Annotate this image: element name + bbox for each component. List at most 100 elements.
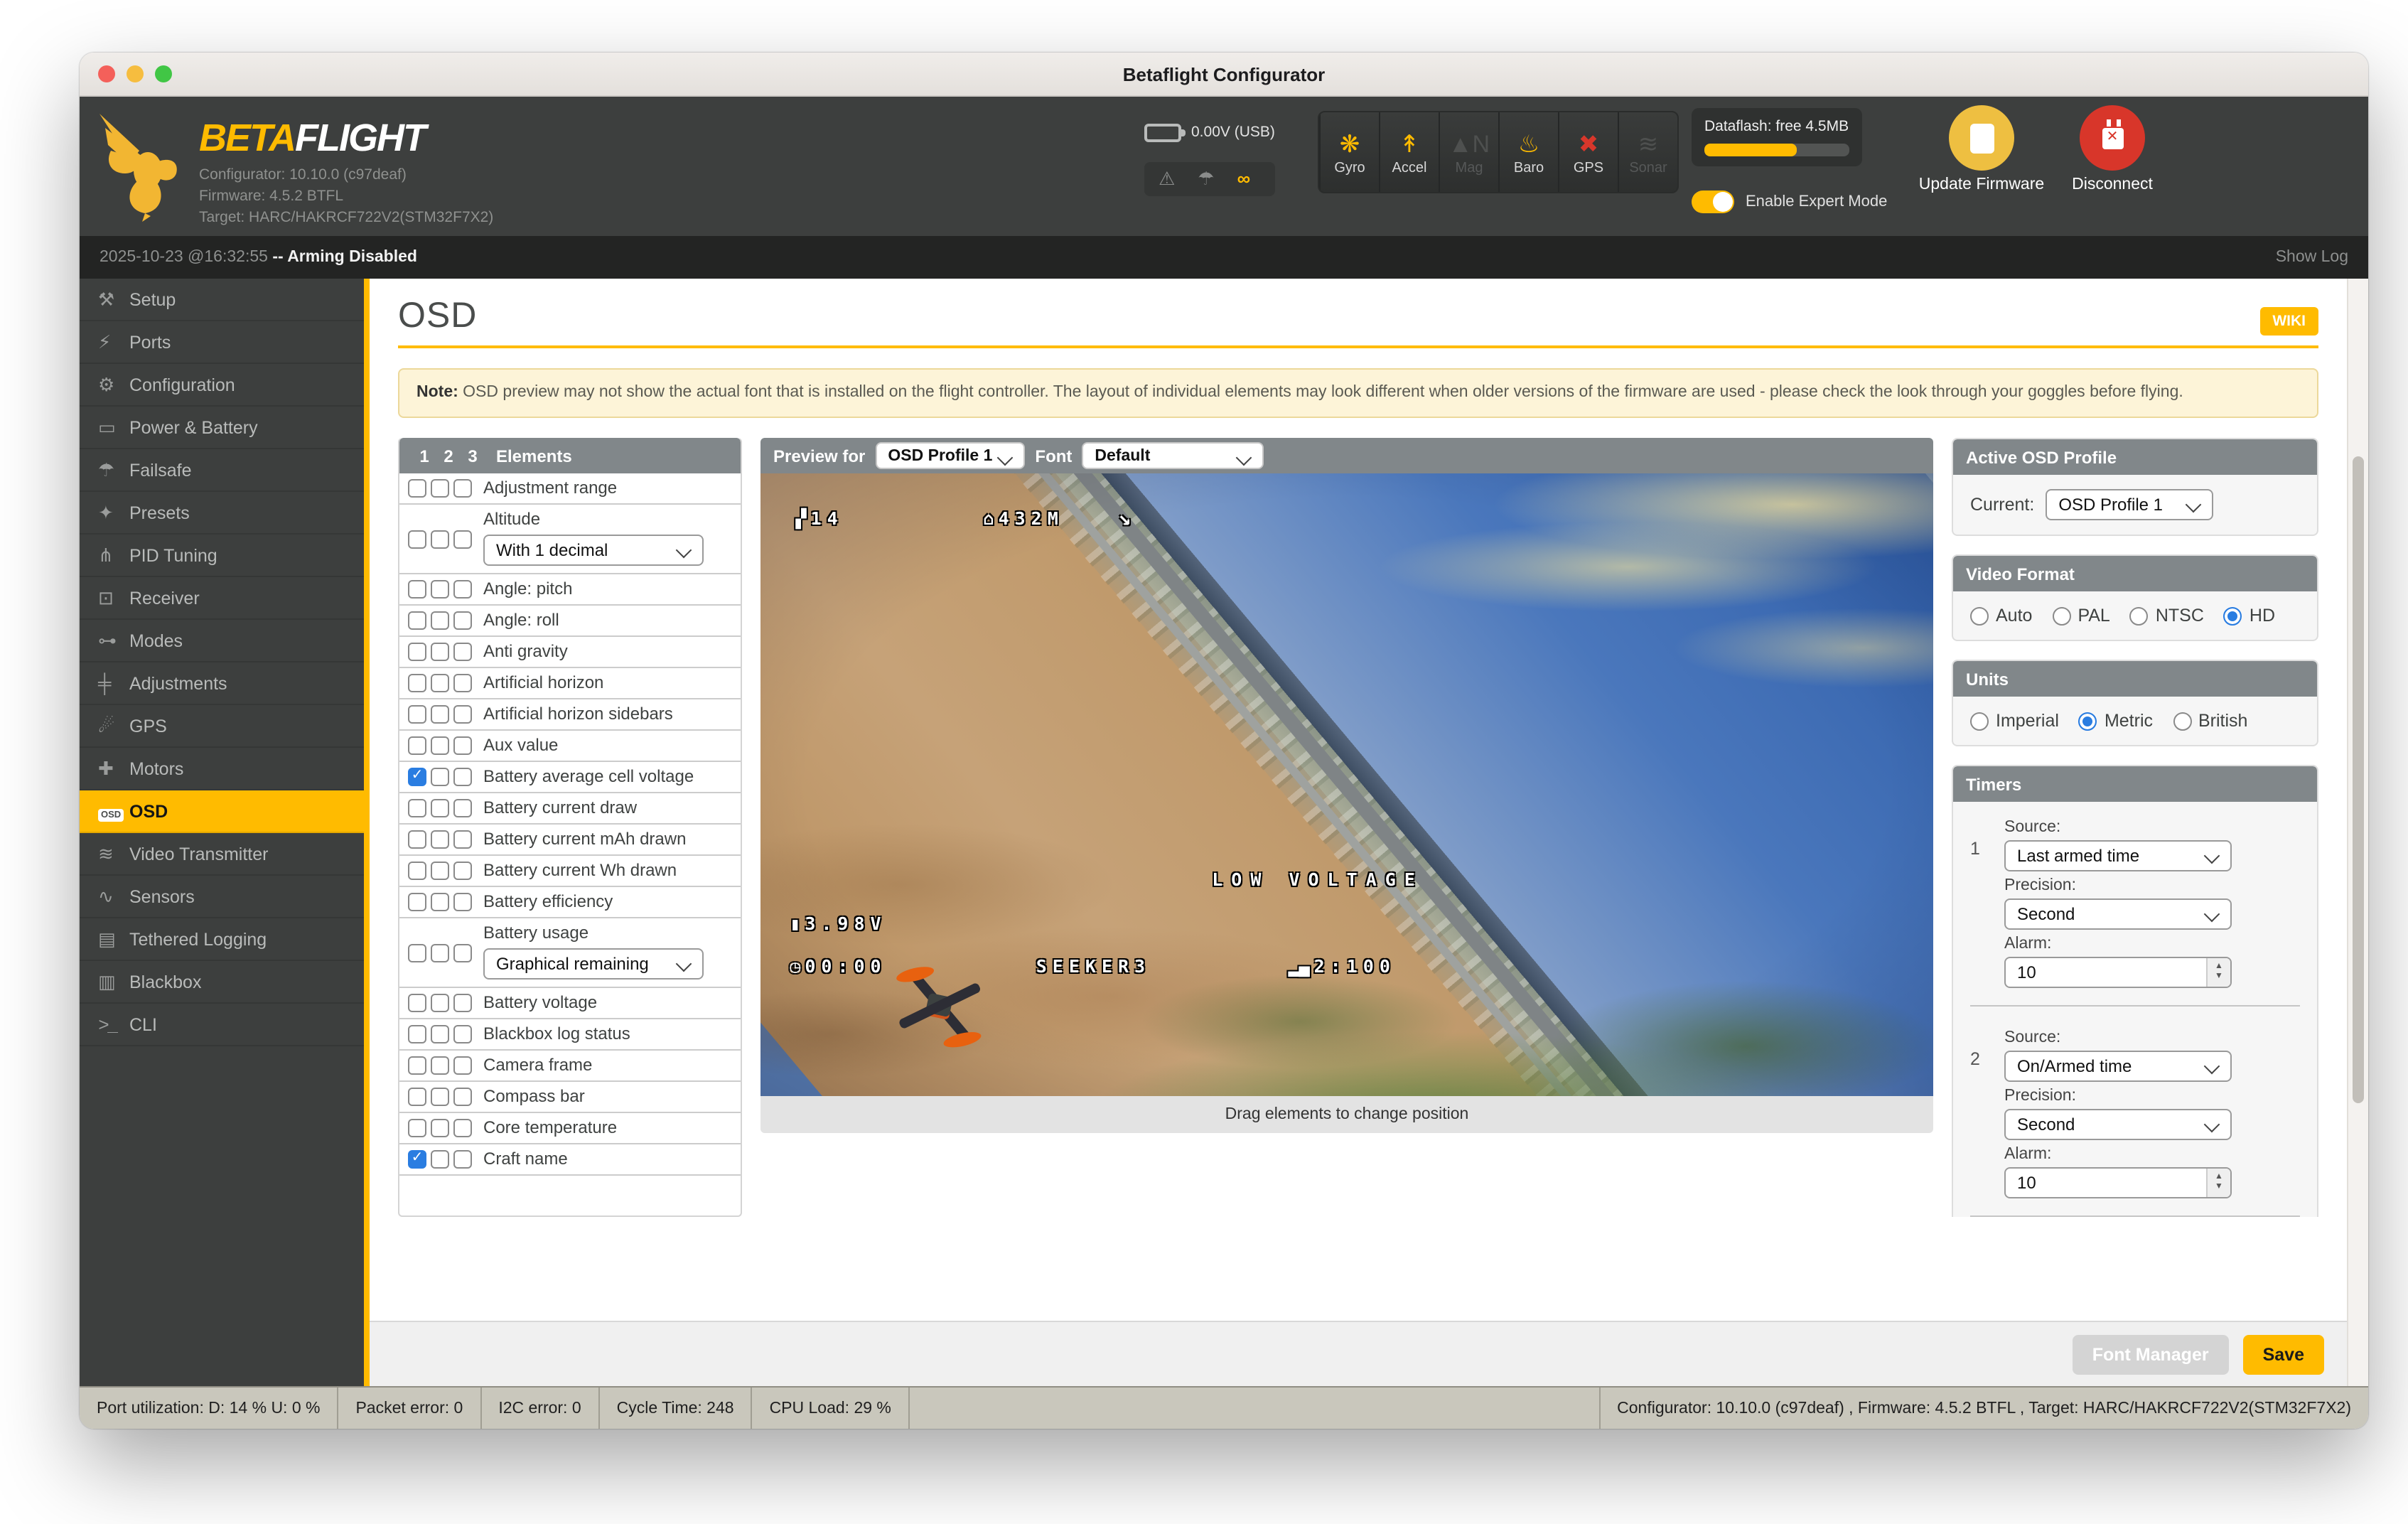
preview-profile-select[interactable]: OSD Profile 1: [875, 442, 1025, 469]
element-profile3-checkbox[interactable]: [453, 479, 472, 498]
element-profile2-checkbox[interactable]: [431, 1150, 449, 1169]
element-profile3-checkbox[interactable]: [453, 1025, 472, 1043]
units-radio[interactable]: Imperial: [1970, 711, 2059, 731]
sidebar-item[interactable]: ✦ Presets: [80, 492, 364, 535]
element-profile1-checkbox[interactable]: [408, 479, 426, 498]
element-profile1-checkbox[interactable]: [408, 1088, 426, 1106]
sidebar-item[interactable]: ▥ Blackbox: [80, 961, 364, 1004]
element-profile1-checkbox[interactable]: [408, 799, 426, 817]
element-profile3-checkbox[interactable]: [453, 580, 472, 599]
timer-precision-select[interactable]: Second: [2004, 898, 2232, 930]
element-variant-select[interactable]: Graphical remaining: [483, 948, 704, 980]
element-profile3-checkbox[interactable]: [453, 862, 472, 880]
element-profile1-checkbox[interactable]: [408, 862, 426, 880]
osd-fly-timer[interactable]: ◷00:00: [790, 956, 886, 977]
element-profile3-checkbox[interactable]: [453, 1088, 472, 1106]
sidebar-item[interactable]: ≋ Video Transmitter: [80, 833, 364, 876]
video-format-radio[interactable]: NTSC: [2130, 606, 2204, 626]
current-profile-select[interactable]: OSD Profile 1: [2046, 489, 2213, 520]
element-profile3-checkbox[interactable]: [453, 994, 472, 1012]
element-profile2-checkbox[interactable]: [431, 830, 449, 849]
element-profile1-checkbox[interactable]: [408, 530, 426, 548]
osd-warning-text[interactable]: LOW VOLTAGE: [1212, 869, 1424, 890]
units-radio[interactable]: British: [2173, 711, 2247, 731]
radio-icon[interactable]: [2173, 712, 2191, 730]
element-profile1-checkbox[interactable]: [408, 674, 426, 692]
element-profile2-checkbox[interactable]: [431, 479, 449, 498]
element-profile3-checkbox[interactable]: [453, 705, 472, 724]
osd-home-distance[interactable]: ⌂432M: [984, 508, 1064, 529]
sidebar-item[interactable]: ☄ GPS: [80, 705, 364, 748]
element-profile2-checkbox[interactable]: [431, 611, 449, 630]
element-profile2-checkbox[interactable]: [431, 1025, 449, 1043]
element-profile1-checkbox[interactable]: [408, 943, 426, 962]
element-profile1-checkbox[interactable]: [408, 768, 426, 786]
element-profile1-checkbox[interactable]: [408, 580, 426, 599]
timer-precision-select[interactable]: Second: [2004, 1109, 2232, 1140]
radio-icon[interactable]: [2079, 712, 2097, 730]
sidebar-item[interactable]: ⋔ PID Tuning: [80, 535, 364, 577]
element-profile1-checkbox[interactable]: [408, 736, 426, 755]
stepper-icons[interactable]: ▲▼: [2206, 958, 2230, 987]
sidebar-item[interactable]: ⊡ Receiver: [80, 577, 364, 620]
preview-font-select[interactable]: Default: [1082, 442, 1264, 469]
element-profile3-checkbox[interactable]: [453, 893, 472, 911]
sidebar-item[interactable]: ⚡ Ports: [80, 321, 364, 364]
element-profile3-checkbox[interactable]: [453, 1119, 472, 1137]
radio-icon[interactable]: [1970, 606, 1989, 625]
element-profile3-checkbox[interactable]: [453, 611, 472, 630]
element-profile3-checkbox[interactable]: [453, 768, 472, 786]
element-profile3-checkbox[interactable]: [453, 1150, 472, 1169]
window-scrollbar[interactable]: [2347, 279, 2368, 1386]
font-manager-button[interactable]: Font Manager: [2073, 1334, 2229, 1374]
osd-sat-count[interactable]: ▞14: [796, 508, 844, 529]
disconnect-button[interactable]: Disconnect: [2047, 105, 2178, 195]
element-profile2-checkbox[interactable]: [431, 943, 449, 962]
element-profile2-checkbox[interactable]: [431, 1088, 449, 1106]
element-profile1-checkbox[interactable]: [408, 994, 426, 1012]
timer-alarm-input[interactable]: 10▲▼: [2004, 1167, 2232, 1198]
element-profile2-checkbox[interactable]: [431, 705, 449, 724]
radio-icon[interactable]: [2224, 606, 2242, 625]
element-profile1-checkbox[interactable]: [408, 1056, 426, 1075]
sidebar-item[interactable]: ✚ Motors: [80, 748, 364, 790]
show-log-button[interactable]: Show Log: [2276, 249, 2348, 266]
element-profile1-checkbox[interactable]: [408, 1119, 426, 1137]
element-profile3-checkbox[interactable]: [453, 1056, 472, 1075]
osd-battery-voltage[interactable]: ▮3.98V: [790, 913, 886, 934]
element-profile1-checkbox[interactable]: [408, 643, 426, 661]
element-profile2-checkbox[interactable]: [431, 768, 449, 786]
element-profile3-checkbox[interactable]: [453, 674, 472, 692]
element-profile3-checkbox[interactable]: [453, 643, 472, 661]
element-profile3-checkbox[interactable]: [453, 530, 472, 548]
radio-icon[interactable]: [1970, 712, 1989, 730]
sidebar-item[interactable]: ▤ Tethered Logging: [80, 918, 364, 961]
sidebar-item[interactable]: ⊶ Modes: [80, 620, 364, 662]
osd-home-direction[interactable]: ↘: [1118, 505, 1135, 530]
element-profile2-checkbox[interactable]: [431, 1119, 449, 1137]
timer-alarm-input[interactable]: 10▲▼: [2004, 957, 2232, 988]
element-profile2-checkbox[interactable]: [431, 862, 449, 880]
element-variant-select[interactable]: With 1 decimal: [483, 535, 704, 566]
element-profile2-checkbox[interactable]: [431, 994, 449, 1012]
radio-icon[interactable]: [2130, 606, 2149, 625]
sidebar-item[interactable]: ▭ Power & Battery: [80, 407, 364, 449]
element-profile1-checkbox[interactable]: [408, 1025, 426, 1043]
sidebar-item[interactable]: OSD OSD: [80, 790, 364, 833]
element-profile1-checkbox[interactable]: [408, 1150, 426, 1169]
timer-source-select[interactable]: On/Armed time: [2004, 1051, 2232, 1082]
radio-icon[interactable]: [2052, 606, 2070, 625]
expert-mode-toggle[interactable]: [1692, 190, 1734, 213]
sidebar-item[interactable]: ╪ Adjustments: [80, 662, 364, 705]
update-firmware-button[interactable]: Update Firmware: [1916, 105, 2047, 195]
element-profile1-checkbox[interactable]: [408, 705, 426, 724]
sidebar-item[interactable]: ☂ Failsafe: [80, 449, 364, 492]
sidebar-item[interactable]: ⚙ Configuration: [80, 364, 364, 407]
element-profile3-checkbox[interactable]: [453, 736, 472, 755]
element-profile2-checkbox[interactable]: [431, 580, 449, 599]
element-profile2-checkbox[interactable]: [431, 1056, 449, 1075]
stepper-icons[interactable]: ▲▼: [2206, 1169, 2230, 1197]
element-profile2-checkbox[interactable]: [431, 893, 449, 911]
video-format-radio[interactable]: Auto: [1970, 606, 2032, 626]
sidebar-item[interactable]: ∿ Sensors: [80, 876, 364, 918]
